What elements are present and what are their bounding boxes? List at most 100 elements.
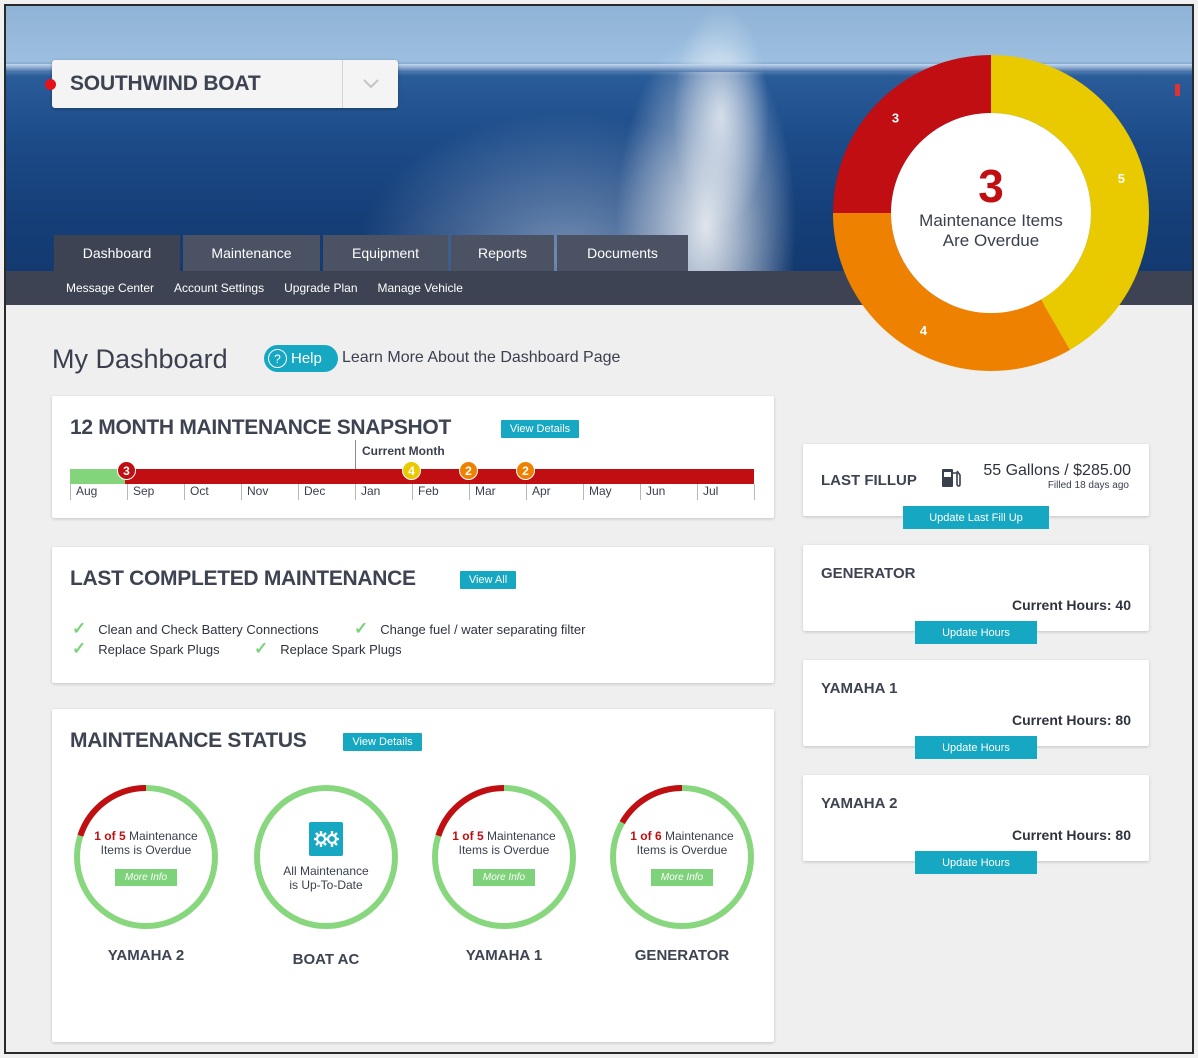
timeline-badge[interactable]: 2 [516, 461, 535, 480]
ring-content: 1 of 5 Maintenance Items is Overdue More … [430, 783, 578, 931]
ring-text-line2: Items is Overdue [636, 842, 728, 857]
update-hours-button[interactable]: Update Hours [915, 851, 1037, 874]
tab-reports[interactable]: Reports [451, 235, 554, 271]
timeline-month-label: Dec [298, 484, 355, 500]
more-info-button[interactable]: More Info [473, 868, 535, 886]
timeline-badge[interactable]: 2 [459, 461, 478, 480]
timeline-month-label: Oct [184, 484, 241, 500]
timeline-month-label: Aug [70, 484, 127, 500]
overdue-count: 1 [94, 828, 101, 843]
engine-hours: Current Hours: 80 [1011, 827, 1131, 843]
tab-equipment[interactable]: Equipment [323, 235, 448, 271]
subnav-account-settings[interactable]: Account Settings [174, 281, 264, 295]
timeline-month-label: May [583, 484, 640, 500]
ring-status-text: 1 of 5 Maintenance Items is Overdue [452, 829, 555, 857]
total-count: 5 [476, 828, 484, 843]
snapshot-month-axis: Aug Sep Oct Nov Dec Jan Feb Mar Apr May Jun Jul [70, 484, 755, 500]
chevron-down-icon[interactable] [342, 60, 398, 108]
timeline-month-label: Jan [355, 484, 412, 500]
tab-label: Documents [587, 245, 658, 261]
ring-label: GENERATOR [634, 947, 730, 964]
snapshot-view-details-button[interactable]: View Details [501, 420, 579, 438]
engine-card-generator: GENERATOR Current Hours: 40 Update Hours [803, 545, 1149, 644]
engine-card-yamaha-2: YAMAHA 2 Current Hours: 80 Update Hours [803, 775, 1149, 874]
snapshot-title: 12 MONTH MAINTENANCE SNAPSHOT [70, 416, 451, 439]
update-hours-button[interactable]: Update Hours [915, 621, 1037, 644]
ring-label: YAMAHA 1 [465, 947, 543, 964]
view-all-button[interactable]: View All [460, 571, 516, 589]
ring-text-line1: All Maintenance [283, 864, 369, 878]
ring-text-line1: Maintenance [125, 828, 198, 843]
overdue-count: 1 [630, 828, 637, 843]
tab-label: Equipment [352, 245, 419, 261]
gears-icon [309, 822, 343, 856]
overdue-of: of [100, 828, 119, 843]
update-fillup-button[interactable]: Update Last Fill Up [903, 506, 1049, 529]
page-title: My Dashboard [52, 344, 228, 374]
overdue-donut[interactable]: 354 3 Maintenance Items Are Overdue [832, 54, 1150, 372]
ring-content: 1 of 6 Maintenance Items is Overdue More … [608, 783, 756, 931]
subnav-message-center[interactable]: Message Center [66, 281, 154, 295]
check-icon: ✓ [72, 639, 87, 658]
ring-label: YAMAHA 2 [107, 947, 185, 964]
ring-content: All Maintenance is Up-To-Date [252, 783, 400, 931]
timeline-month-label: Apr [526, 484, 583, 500]
tab-maintenance[interactable]: Maintenance [183, 235, 320, 271]
ring-status-text: 1 of 5 Maintenance Items is Overdue [94, 829, 197, 857]
ring-text-line2: Items is Overdue [458, 842, 550, 857]
timeline-month-label: Nov [241, 484, 298, 500]
donut-hole [891, 113, 1091, 313]
tab-label: Dashboard [82, 245, 152, 261]
subnav-upgrade-plan[interactable]: Upgrade Plan [284, 281, 357, 295]
more-info-button[interactable]: More Info [115, 868, 177, 886]
overdue-of: of [458, 828, 477, 843]
check-icon: ✓ [354, 619, 369, 638]
snapshot-card: 12 MONTH MAINTENANCE SNAPSHOT View Detai… [52, 396, 774, 518]
timeline-badge[interactable]: 3 [117, 461, 136, 480]
overdue-count: 1 [452, 828, 459, 843]
last-fillup-title: LAST FILLUP [821, 472, 917, 489]
list-item-text: Replace Spark Plugs [98, 641, 220, 657]
status-ring-yamaha-2: 1 of 5 Maintenance Items is Overdue More … [72, 783, 220, 931]
ring-text-line2: Items is Overdue [100, 842, 192, 857]
timeline-month-label: Jun [640, 484, 697, 500]
total-count: 5 [118, 828, 126, 843]
fillup-ago: Filled 18 days ago [1047, 480, 1129, 491]
timeline-end-tick [754, 484, 755, 500]
timeline-month-label: Feb [412, 484, 469, 500]
help-button[interactable]: ? Help [264, 345, 338, 372]
ring-status-text: 1 of 6 Maintenance Items is Overdue [630, 829, 733, 857]
ring-text-line1: Maintenance [483, 828, 556, 843]
ring-content: 1 of 5 Maintenance Items is Overdue More … [72, 783, 220, 931]
list-item-text: Replace Spark Plugs [280, 641, 402, 657]
maintenance-status-title: MAINTENANCE STATUS [70, 729, 307, 752]
check-icon: ✓ [254, 639, 269, 658]
tab-dashboard[interactable]: Dashboard [54, 235, 180, 271]
check-icon: ✓ [72, 619, 87, 638]
total-count: 6 [654, 828, 662, 843]
tab-documents[interactable]: Documents [557, 235, 688, 271]
completed-list: ✓ Clean and Check Battery Connections ✓ Ch… [72, 619, 609, 659]
last-completed-card: LAST COMPLETED MAINTENANCE View All ✓ Cle… [52, 547, 774, 683]
timeline-segment-overdue [125, 469, 754, 484]
update-hours-button[interactable]: Update Hours [915, 736, 1037, 759]
timeline-badge[interactable]: 4 [402, 461, 421, 480]
help-label: Help [291, 350, 322, 367]
question-icon: ? [268, 349, 287, 368]
snapshot-timeline: 3 4 2 2 [70, 461, 754, 484]
engine-hours: Current Hours: 40 [1011, 597, 1131, 613]
subnav-manage-vehicle[interactable]: Manage Vehicle [378, 281, 463, 295]
last-completed-title: LAST COMPLETED MAINTENANCE [70, 567, 416, 590]
help-link[interactable]: Learn More About the Dashboard Page [342, 349, 620, 367]
donut-slice-label: 5 [1118, 171, 1125, 186]
engine-title: YAMAHA 2 [821, 795, 898, 812]
more-info-button[interactable]: More Info [651, 868, 713, 886]
status-view-details-button[interactable]: View Details [343, 733, 422, 751]
engine-title: GENERATOR [821, 565, 916, 582]
boat-selector[interactable]: SOUTHWIND BOAT [45, 60, 398, 108]
status-ring-generator: 1 of 6 Maintenance Items is Overdue More … [608, 783, 756, 931]
fuel-pump-icon [940, 464, 962, 495]
main-tabs: Dashboard Maintenance Equipment Reports … [54, 235, 688, 271]
overdue-donut-chart: 3 5 4 [833, 55, 1149, 371]
engine-card-yamaha-1: YAMAHA 1 Current Hours: 80 Update Hours [803, 660, 1149, 759]
